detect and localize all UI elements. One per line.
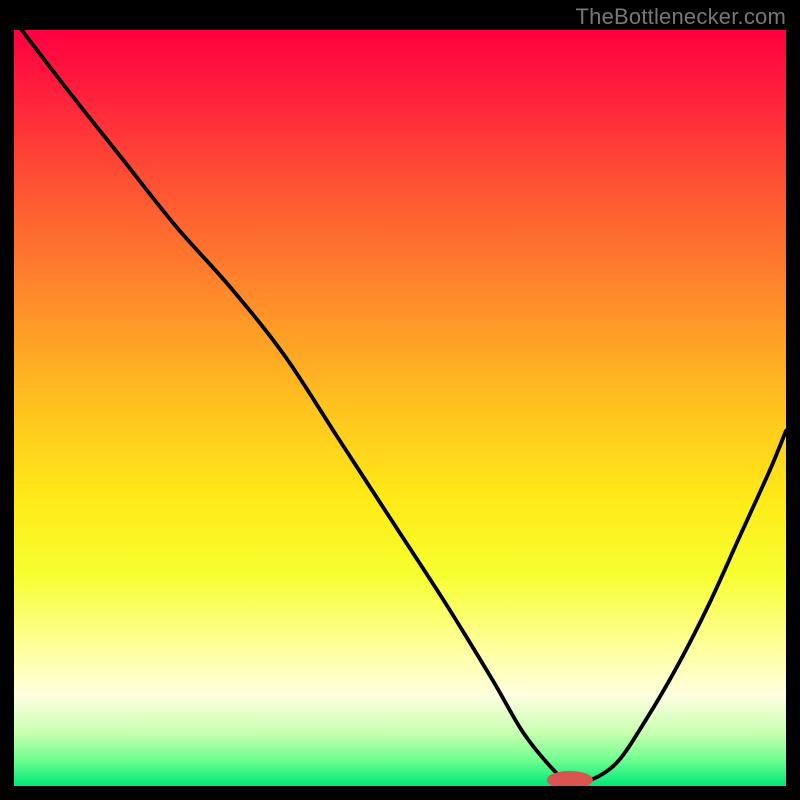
- chart-frame: [14, 30, 786, 786]
- chart-svg: [14, 30, 786, 786]
- chart-background: [14, 30, 786, 786]
- watermark-text: TheBottlenecker.com: [576, 4, 786, 30]
